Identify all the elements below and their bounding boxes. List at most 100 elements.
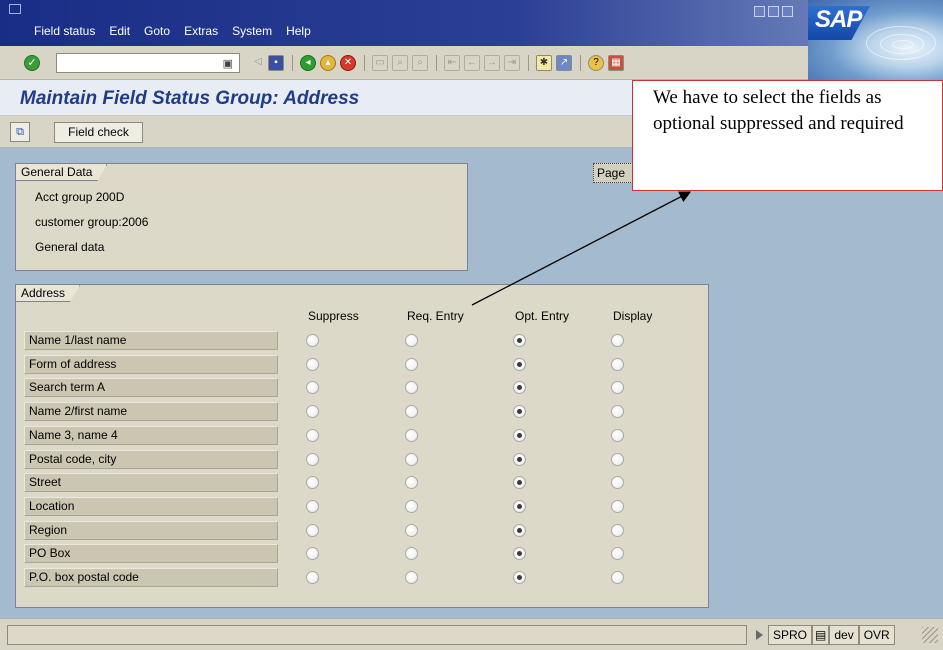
menu-bar: Field status Edit Goto Extras System Hel… [0, 0, 943, 46]
radio-req-entry[interactable] [405, 334, 418, 347]
radio-display[interactable] [611, 429, 624, 442]
radio-suppress[interactable] [306, 500, 319, 513]
ok-icon[interactable]: ✓ [24, 55, 40, 71]
find-next-icon[interactable]: ⌕ [412, 55, 428, 71]
sap-logo-text: SAP [815, 6, 862, 33]
status-server-icon[interactable]: ▤ [812, 625, 830, 645]
status-system: dev [829, 625, 859, 645]
radio-opt-entry[interactable] [513, 358, 526, 371]
column-display: Display [613, 309, 653, 323]
menu-help[interactable]: Help [286, 24, 311, 38]
radio-display[interactable] [611, 381, 624, 394]
account-group-text: Acct group 200D [35, 190, 125, 204]
create-session-icon[interactable]: ✱ [536, 55, 552, 71]
radio-req-entry[interactable] [405, 500, 418, 513]
radio-opt-entry[interactable] [513, 476, 526, 489]
row-label: Search term A [24, 378, 278, 397]
radio-suppress[interactable] [306, 405, 319, 418]
find-icon[interactable]: ⌕ [392, 55, 408, 71]
resize-grip-icon[interactable] [922, 627, 938, 643]
radio-req-entry[interactable] [405, 547, 418, 560]
window-controls [754, 6, 793, 17]
row-label: P.O. box postal code [24, 568, 278, 587]
radio-req-entry[interactable] [405, 381, 418, 394]
field-check-icon[interactable]: ⧉ [10, 122, 30, 142]
status-bar: SPRO ▤ dev OVR [0, 618, 943, 650]
row-label: Name 2/first name [24, 402, 278, 421]
field-check-button[interactable]: Field check [54, 122, 143, 143]
window-menu-icon[interactable] [9, 4, 21, 14]
radio-suppress[interactable] [306, 547, 319, 560]
next-page-icon[interactable]: → [484, 55, 500, 71]
status-mode[interactable]: OVR [858, 625, 895, 645]
radio-suppress[interactable] [306, 358, 319, 371]
radio-suppress[interactable] [306, 571, 319, 584]
radio-req-entry[interactable] [405, 476, 418, 489]
back-arrow-icon[interactable]: ◁ [250, 55, 266, 71]
previous-page-icon[interactable]: ← [464, 55, 480, 71]
row-label: Street [24, 473, 278, 492]
status-info: SPRO ▤ dev OVR [768, 625, 895, 645]
command-history-icon[interactable]: ▣ [223, 57, 233, 70]
close-icon[interactable] [782, 6, 793, 17]
radio-opt-entry[interactable] [513, 500, 526, 513]
menu-extras[interactable]: Extras [184, 24, 218, 38]
exit-icon[interactable]: ▴ [320, 55, 336, 71]
radio-suppress[interactable] [306, 334, 319, 347]
menu-goto[interactable]: Goto [144, 24, 170, 38]
radio-display[interactable] [611, 476, 624, 489]
menu-field-status[interactable]: Field status [34, 24, 95, 38]
menu-list: Field status Edit Goto Extras System Hel… [34, 24, 311, 38]
radio-req-entry[interactable] [405, 429, 418, 442]
radio-opt-entry[interactable] [513, 334, 526, 347]
radio-opt-entry[interactable] [513, 405, 526, 418]
radio-display[interactable] [611, 358, 624, 371]
print-icon[interactable]: ▭ [372, 55, 388, 71]
radio-suppress[interactable] [306, 429, 319, 442]
back-icon[interactable]: ◂ [300, 55, 316, 71]
radio-display[interactable] [611, 547, 624, 560]
column-req-entry: Req. Entry [407, 309, 464, 323]
layout-icon[interactable]: ▦ [608, 55, 624, 71]
radio-req-entry[interactable] [405, 405, 418, 418]
column-opt-entry: Opt. Entry [515, 309, 570, 323]
command-field[interactable]: ▣ [56, 53, 240, 73]
shortcut-icon[interactable]: ↗ [556, 55, 572, 71]
page-title: Maintain Field Status Group: Address [20, 88, 360, 109]
radio-opt-entry[interactable] [513, 571, 526, 584]
work-area: General Data Acct group 200D customer gr… [0, 148, 943, 618]
maximize-icon[interactable] [768, 6, 779, 17]
radio-suppress[interactable] [306, 476, 319, 489]
status-message-field [7, 625, 747, 645]
radio-req-entry[interactable] [405, 524, 418, 537]
radio-req-entry[interactable] [405, 358, 418, 371]
radio-req-entry[interactable] [405, 453, 418, 466]
last-page-icon[interactable]: ⇥ [504, 55, 520, 71]
row-label: Postal code, city [24, 450, 278, 469]
status-expand-icon[interactable] [756, 630, 763, 640]
radio-display[interactable] [611, 405, 624, 418]
radio-display[interactable] [611, 334, 624, 347]
radio-display[interactable] [611, 524, 624, 537]
radio-req-entry[interactable] [405, 571, 418, 584]
radio-suppress[interactable] [306, 453, 319, 466]
first-page-icon[interactable]: ⇤ [444, 55, 460, 71]
radio-opt-entry[interactable] [513, 381, 526, 394]
radio-suppress[interactable] [306, 381, 319, 394]
radio-opt-entry[interactable] [513, 453, 526, 466]
menu-edit[interactable]: Edit [109, 24, 130, 38]
radio-opt-entry[interactable] [513, 547, 526, 560]
radio-display[interactable] [611, 500, 624, 513]
radio-suppress[interactable] [306, 524, 319, 537]
column-suppress: Suppress [308, 309, 359, 323]
radio-display[interactable] [611, 453, 624, 466]
radio-display[interactable] [611, 571, 624, 584]
help-icon[interactable]: ? [588, 55, 604, 71]
save-icon[interactable]: ▪ [268, 55, 284, 71]
row-label: Name 1/last name [24, 331, 278, 350]
cancel-icon[interactable]: ✕ [340, 55, 356, 71]
radio-opt-entry[interactable] [513, 524, 526, 537]
menu-system[interactable]: System [232, 24, 272, 38]
radio-opt-entry[interactable] [513, 429, 526, 442]
minimize-icon[interactable] [754, 6, 765, 17]
